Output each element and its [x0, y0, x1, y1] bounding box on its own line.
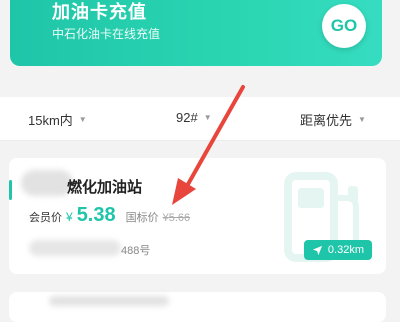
currency-symbol: ¥	[66, 210, 73, 224]
blurred-address	[29, 240, 121, 256]
banner-subtitle: 中石化油卡在线充值	[52, 27, 161, 41]
member-price-label: 会员价	[29, 212, 62, 224]
caret-down-icon: ▼	[78, 115, 87, 124]
blurred-logo	[21, 170, 73, 196]
blurred-content	[49, 296, 169, 306]
filter-sort[interactable]: 距离优先 ▼	[300, 110, 366, 129]
banner-title: 加油卡充值	[52, 2, 147, 22]
navigate-icon	[312, 245, 323, 255]
filter-fuel-label: 92#	[176, 110, 198, 125]
station-address: 488号	[121, 245, 151, 257]
go-button[interactable]: GO	[322, 4, 366, 48]
accent-bar	[9, 180, 12, 200]
station-card[interactable]: 燃化加油站 会员价 ¥ 5.38 国标价 ¥5.66 488号 0.32km	[9, 158, 386, 274]
filter-distance[interactable]: 15km内 ▼	[28, 110, 87, 129]
filter-sort-label: 距离优先	[300, 113, 353, 128]
filter-distance-label: 15km内	[28, 113, 73, 128]
caret-down-icon: ▼	[203, 113, 212, 122]
station-name: 燃化加油站	[67, 179, 143, 196]
filter-bar: 15km内 ▼ 92# ▼ 距离优先 ▼	[0, 97, 400, 141]
station-card-next[interactable]	[9, 292, 386, 322]
price-row: 会员价 ¥ 5.38 国标价 ¥5.66	[29, 204, 190, 227]
member-price: 5.38	[76, 204, 116, 226]
filter-fuel-type[interactable]: 92# ▼	[176, 110, 212, 125]
distance-badge[interactable]: 0.32km	[303, 240, 372, 260]
standard-price-label: 国标价	[125, 212, 159, 224]
distance-value: 0.32km	[327, 244, 364, 256]
standard-price: ¥5.66	[162, 212, 191, 224]
caret-down-icon: ▼	[358, 115, 366, 124]
recharge-banner[interactable]: 加油卡充值 中石化油卡在线充值 GO	[10, 0, 382, 66]
